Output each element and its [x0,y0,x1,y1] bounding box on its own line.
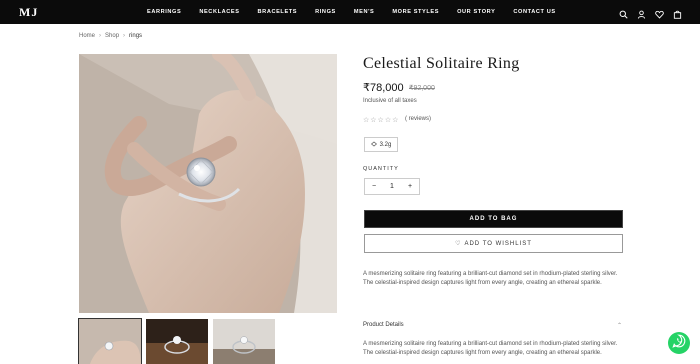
nav-icons [619,6,682,19]
thumbnail-1[interactable] [78,318,142,364]
quantity-increase-button[interactable]: + [401,183,419,190]
cart-icon[interactable] [673,6,682,19]
scale-icon [370,141,377,149]
quantity-stepper: − 1 + [364,178,420,195]
user-icon[interactable] [637,6,646,19]
breadcrumb-current: rings [129,33,143,39]
quantity-decrease-button[interactable]: − [365,183,383,190]
breadcrumb-separator: › [123,33,126,39]
add-to-wishlist-button[interactable]: ♡ ADD TO WISHLIST [364,234,623,253]
nav-bracelets[interactable]: BRACELETS [258,9,298,15]
product-old-price: ₹92,000 [409,85,435,92]
reviews-link[interactable]: ( reviews) [405,116,431,122]
heart-icon[interactable] [655,6,664,19]
nav-more-styles[interactable]: MORE STYLES [392,9,439,15]
breadcrumb-home[interactable]: Home [79,33,95,39]
whatsapp-icon [672,334,686,353]
add-to-wishlist-label: ADD TO WISHLIST [464,240,532,247]
thumbnail-3[interactable] [213,319,275,364]
product-title: Celestial Solitaire Ring [363,55,520,72]
weight-value: 3.2g [379,141,392,148]
chevron-up-icon: ⌃ [616,323,622,329]
quantity-label: QUANTITY [363,166,399,172]
nav-mens[interactable]: MEN'S [354,9,375,15]
breadcrumb: Home › Shop › rings [79,33,142,39]
nav-earrings[interactable]: EARRINGS [147,9,181,15]
thumbnail-2[interactable] [146,319,208,364]
brand-logo[interactable]: MJ [19,5,38,20]
main-nav: EARRINGS NECKLACES BRACELETS RINGS MEN'S… [147,0,574,24]
product-details-text: A mesmerizing solitaire ring featuring a… [363,341,618,356]
add-to-bag-button[interactable]: ADD TO BAG [364,210,623,228]
breadcrumb-separator: › [99,33,102,39]
top-navbar: MJ EARRINGS NECKLACES BRACELETS RINGS ME… [0,0,700,24]
product-main-image[interactable] [79,54,337,313]
product-details-accordion[interactable]: Product Details ⌃ [363,322,622,329]
rating-stars: ☆☆☆☆☆ [363,117,400,124]
search-icon[interactable] [619,6,628,19]
quantity-value[interactable]: 1 [383,183,401,190]
nav-necklaces[interactable]: NECKLACES [199,9,239,15]
whatsapp-chat-button[interactable] [668,332,690,354]
weight-chip: 3.2g [364,137,398,152]
tax-note: Inclusive of all taxes [363,98,417,104]
breadcrumb-shop[interactable]: Shop [105,33,119,39]
product-details-heading: Product Details [363,322,404,328]
nav-our-story[interactable]: OUR STORY [457,9,495,15]
nav-contact-us[interactable]: CONTACT US [513,9,555,15]
product-price: ₹78,000 [363,82,404,94]
product-description: A mesmerizing solitaire ring featuring a… [363,271,618,286]
nav-rings[interactable]: RINGS [315,9,336,15]
thumbnail-strip [78,318,275,364]
heart-outline-icon: ♡ [455,241,462,247]
